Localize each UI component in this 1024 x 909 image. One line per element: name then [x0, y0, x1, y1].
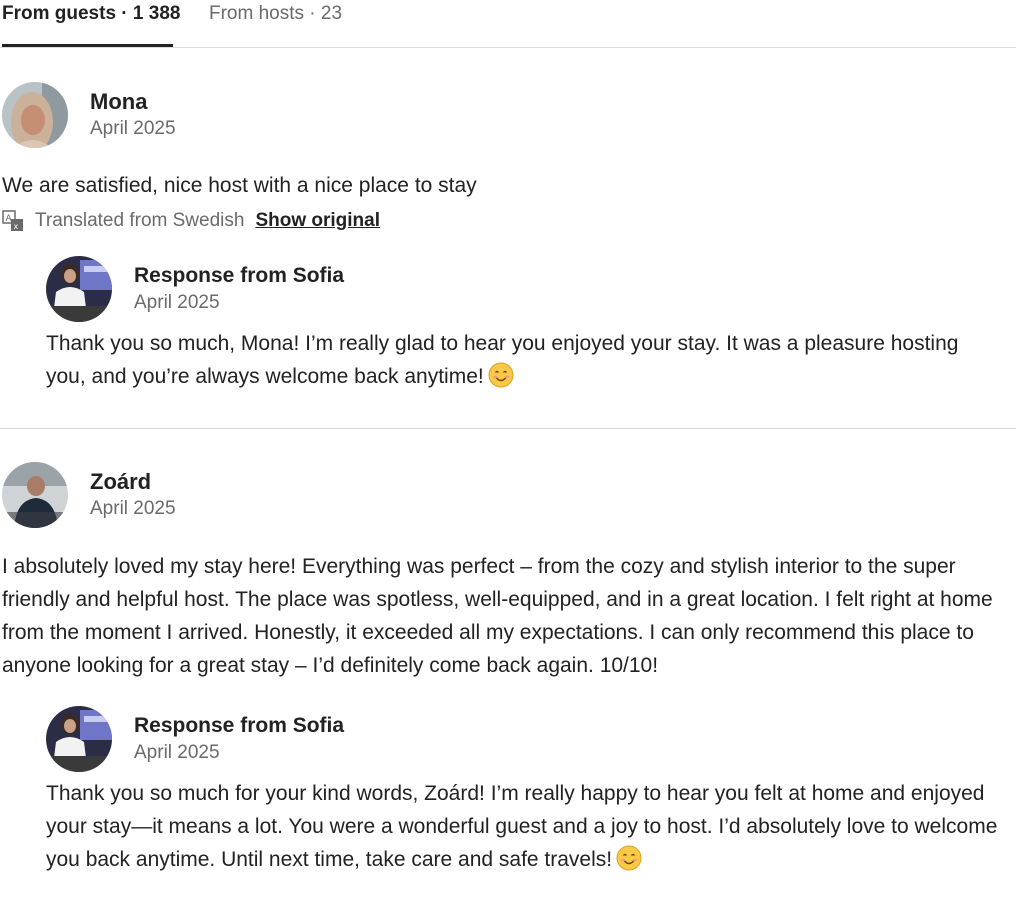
avatar-sofia[interactable]: [46, 256, 112, 322]
review-text: We are satisfied, nice host with a nice …: [2, 174, 477, 197]
response-text-content: Thank you so much for your kind words, Z…: [46, 782, 998, 871]
translate-icon: A x: [2, 210, 23, 231]
active-tab-indicator: [2, 44, 173, 47]
response-date: April 2025: [134, 742, 220, 763]
response-text: Thank you so much, Mona! I’m really glad…: [46, 327, 986, 393]
svg-text:x: x: [14, 222, 19, 231]
smiling-face-icon: [616, 845, 642, 871]
reviewer-name: Zoárd: [90, 469, 152, 494]
response-title: Response from Sofia: [134, 264, 345, 287]
response-date: April 2025: [134, 292, 220, 313]
translation-notice: A x Translated from Swedish Show origina…: [2, 208, 380, 234]
response-text: Thank you so much for your kind words, Z…: [46, 777, 1006, 876]
review-divider: [0, 428, 1016, 429]
tab-from-guests[interactable]: From guests · 1 388: [2, 2, 180, 26]
show-original-link[interactable]: Show original: [255, 210, 380, 232]
response-title: Response from Sofia: [134, 714, 345, 737]
review-text: I absolutely loved my stay here! Everyth…: [2, 555, 993, 677]
avatar-zoard[interactable]: [2, 462, 68, 528]
review-date: April 2025: [90, 498, 176, 519]
avatar-sofia[interactable]: [46, 706, 112, 772]
translated-from-label: Translated from Swedish: [35, 210, 245, 231]
review-tabs: From guests · 1 388 From hosts · 23: [0, 0, 1016, 48]
review-date: April 2025: [90, 118, 176, 139]
tab-from-hosts[interactable]: From hosts · 23: [209, 2, 342, 26]
reviewer-name: Mona: [90, 89, 148, 114]
smiling-face-icon: [488, 362, 514, 388]
avatar-mona[interactable]: [2, 82, 68, 148]
